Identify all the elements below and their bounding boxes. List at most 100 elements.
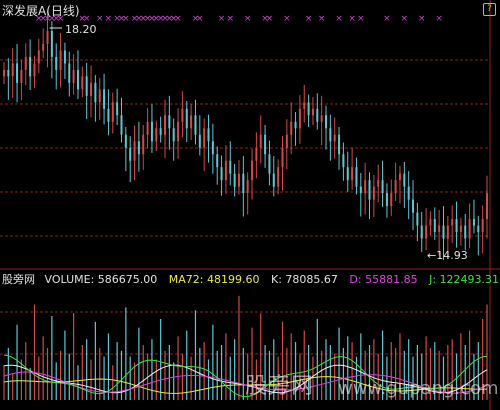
candle-body	[94, 82, 97, 103]
low-price-label: ←14.93	[427, 249, 468, 262]
candle-body	[46, 30, 49, 44]
candle-body	[103, 89, 106, 109]
candle-body	[372, 186, 375, 200]
candle-body	[294, 121, 297, 129]
candle-body	[155, 128, 158, 142]
signal-marker: ×	[335, 14, 343, 24]
candle-body	[137, 141, 140, 155]
price-gridlines	[0, 0, 500, 410]
candle-body	[20, 69, 23, 83]
candle-body	[55, 56, 58, 70]
candle-body	[185, 108, 188, 129]
candle-body	[98, 89, 101, 103]
signal-marker: ×	[96, 14, 104, 24]
signal-marker: ×	[435, 14, 443, 24]
candle-body	[438, 225, 441, 233]
candle-body	[229, 160, 232, 174]
candle-body	[277, 167, 280, 187]
candle-body	[120, 115, 123, 135]
candle-body	[129, 147, 132, 161]
candle-body	[433, 219, 436, 233]
signal-marker: ×	[348, 14, 356, 24]
candle-body	[111, 102, 114, 122]
candle-body	[7, 69, 10, 77]
signal-marker: ×	[401, 14, 409, 24]
candle-body	[481, 219, 484, 233]
readout-j: J: 122493.31	[429, 273, 500, 286]
candle-body	[381, 180, 384, 194]
candle-body	[194, 115, 197, 135]
candle-body	[237, 173, 240, 187]
candle-body	[338, 134, 341, 155]
candle-body	[255, 147, 258, 161]
help-icon[interactable]: ?	[483, 3, 496, 16]
candle-body	[407, 186, 410, 200]
signal-marker: ×	[318, 14, 326, 24]
indicator-name: 股旁网	[2, 273, 35, 286]
candle-body	[63, 50, 66, 64]
candle-body	[198, 134, 201, 148]
signal-marker: ×	[218, 14, 226, 24]
stock-chart[interactable]: ×× ××× ×× × × ××× ××××××××××× ×× × × × ×× × × × × × × × × × ×…	[0, 0, 500, 410]
candle-body	[190, 115, 193, 129]
candle-body	[355, 167, 358, 187]
candle-body	[150, 121, 153, 142]
candle-body	[220, 167, 223, 181]
signal-marker: ×	[244, 14, 252, 24]
candle-body	[42, 43, 45, 51]
candle-body	[368, 180, 371, 200]
candle-body	[3, 69, 5, 77]
candle-body	[320, 115, 323, 122]
candle-body	[242, 173, 245, 194]
candle-body	[207, 128, 210, 142]
candle-body	[251, 160, 254, 181]
candle-body	[68, 63, 71, 83]
chart-title: 深发展A(日线)	[2, 5, 80, 17]
candle-body	[425, 225, 428, 239]
candle-body	[394, 180, 397, 194]
candle-body	[468, 219, 471, 239]
candle-body	[246, 180, 249, 194]
candle-body	[146, 121, 149, 135]
signal-marker: ×	[105, 14, 113, 24]
watermark-url: www.gupang.com	[338, 378, 499, 399]
signal-marker: ×	[174, 14, 182, 24]
candle-body	[116, 102, 119, 116]
candlesticks	[3, 11, 488, 260]
candle-body	[311, 108, 314, 116]
candle-body	[303, 102, 306, 109]
signal-marker: ×	[226, 14, 234, 24]
readout-d: D: 55881.85	[349, 273, 418, 286]
candle-body	[377, 180, 380, 187]
candle-body	[50, 30, 53, 57]
candle-body	[429, 219, 432, 226]
candle-body	[420, 225, 423, 239]
candle-body	[385, 193, 388, 207]
volume-readout-bar: 股旁网 VOLUME: 586675.00 MA72: 48199.60 K: …	[2, 274, 499, 286]
candle-body	[285, 134, 288, 148]
candle-body	[359, 186, 362, 194]
candle-body	[290, 121, 293, 135]
candle-body	[172, 128, 175, 142]
candle-body	[398, 173, 401, 181]
candle-body	[307, 102, 310, 116]
candle-body	[464, 225, 467, 239]
candle-body	[142, 134, 145, 155]
signal-marker: ×	[266, 14, 274, 24]
candle-body	[177, 121, 180, 142]
candle-body	[455, 219, 458, 233]
candle-body	[11, 63, 14, 77]
candle-body	[85, 76, 88, 96]
signal-marker: ×	[383, 14, 391, 24]
candle-body	[203, 128, 206, 148]
candle-body	[442, 225, 445, 239]
candle-body	[346, 167, 349, 181]
candle-body	[281, 147, 284, 168]
readout-k: K: 78085.67	[271, 273, 338, 286]
high-price-label: 18.20	[65, 23, 97, 36]
candle-body	[412, 199, 415, 213]
candle-body	[168, 115, 171, 129]
signal-marker: ×	[305, 14, 313, 24]
signal-marker: ×	[283, 14, 291, 24]
candle-body	[181, 108, 184, 122]
